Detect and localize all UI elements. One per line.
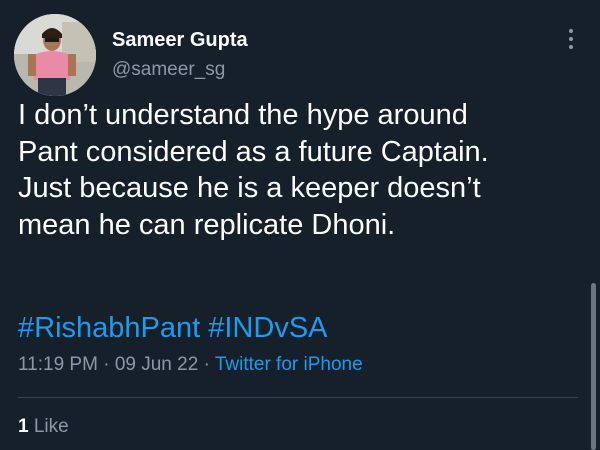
more-options-button[interactable] <box>560 26 582 52</box>
likes-count: 1 <box>18 416 29 437</box>
more-vertical-icon <box>569 29 573 33</box>
tweet-text-line: I don’t understand the hype around <box>18 99 468 131</box>
tweet-text: I don’t understand the hype around Pant … <box>18 97 588 243</box>
divider <box>18 397 578 398</box>
likes-stat[interactable]: 1 Like <box>18 415 69 439</box>
display-name[interactable]: Sameer Gupta <box>112 28 248 52</box>
tweet-source-link[interactable]: Twitter for iPhone <box>215 354 363 375</box>
tweet-text-line: Just because he is a keeper doesn’t <box>18 172 481 204</box>
more-vertical-icon-dot <box>569 45 573 49</box>
hashtag-link[interactable]: #RishabhPant <box>18 312 200 344</box>
tweet-meta: 11:19 PM · 09 Jun 22 · Twitter for iPhon… <box>18 352 363 378</box>
tweet-card: Sameer Gupta @sameer_sg I don’t understa… <box>0 0 600 450</box>
scrollbar-thumb[interactable] <box>591 283 596 450</box>
tweet-text-line: mean he can replicate Dhoni. <box>18 208 396 241</box>
hashtag-link[interactable]: #INDvSA <box>208 312 327 344</box>
meta-separator: · <box>203 354 210 375</box>
tweet-time[interactable]: 11:19 PM <box>18 354 98 375</box>
likes-label: Like <box>33 416 69 437</box>
avatar[interactable] <box>14 14 96 96</box>
more-vertical-icon-dot <box>569 37 573 41</box>
user-handle[interactable]: @sameer_sg <box>112 58 225 82</box>
tweet-text-line: Pant considered as a future Captain. <box>18 135 489 168</box>
meta-separator: · <box>103 354 110 375</box>
hashtags: #RishabhPant #INDvSA <box>18 310 328 346</box>
tweet-date[interactable]: 09 Jun 22 <box>115 354 198 375</box>
